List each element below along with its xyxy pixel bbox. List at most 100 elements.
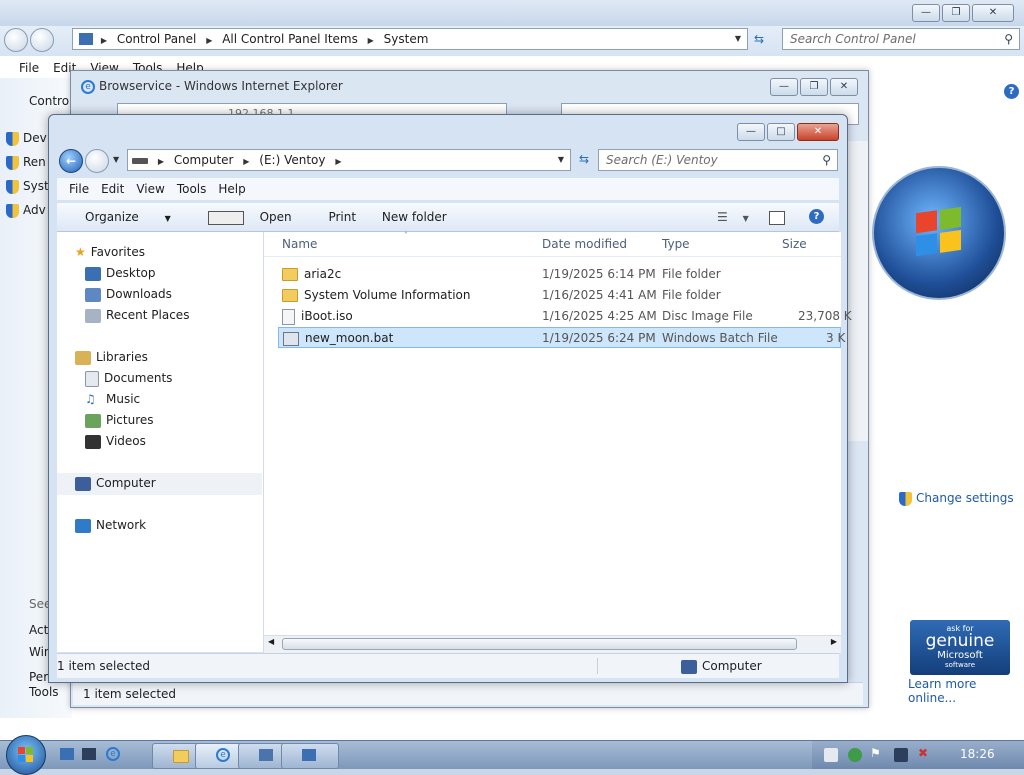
internet-explorer-icon: e	[216, 748, 230, 762]
videos-icon	[85, 434, 101, 449]
open-button[interactable]: Open	[197, 210, 314, 225]
help-icon[interactable]: ?	[809, 209, 824, 224]
nav-recent-places[interactable]: Recent Places	[75, 305, 189, 326]
network-icon[interactable]	[894, 748, 908, 762]
menu-help[interactable]: Help	[212, 182, 251, 196]
change-settings-link[interactable]: Change settings	[899, 491, 1014, 506]
taskbar-control-panel-button[interactable]	[281, 743, 339, 769]
chevron-down-icon[interactable]: ▼	[733, 29, 743, 49]
nav-documents[interactable]: Documents	[75, 368, 172, 389]
notes-icon[interactable]	[824, 748, 838, 762]
minimize-button[interactable]: —	[737, 123, 765, 141]
print-button[interactable]: Print	[317, 210, 367, 224]
breadcrumb-system[interactable]: System	[380, 32, 433, 46]
nav-videos[interactable]: Videos	[75, 431, 172, 452]
chevron-right-icon: ▶	[243, 157, 250, 166]
nav-music[interactable]: ♫ Music	[75, 389, 172, 410]
chevron-down-icon[interactable]: ▼	[556, 150, 566, 170]
breadcrumb-ventoy[interactable]: (E:) Ventoy	[255, 153, 329, 167]
nav-libraries[interactable]: Libraries	[75, 347, 172, 368]
network-icon	[75, 518, 91, 533]
internet-explorer-icon: e	[81, 79, 95, 94]
shield-icon	[6, 155, 19, 170]
close-button[interactable]: ✕	[972, 4, 1014, 22]
security-icon[interactable]	[848, 748, 862, 762]
volume-muted-icon[interactable]: ✖	[918, 746, 928, 760]
column-date-modified[interactable]: Date modified	[542, 232, 627, 256]
windows-flag-icon	[18, 747, 34, 763]
see-also-link[interactable]: Tools	[29, 685, 59, 699]
menu-view[interactable]: View	[130, 182, 170, 196]
help-icon[interactable]: ?	[1004, 84, 1019, 99]
minimize-button[interactable]: —	[912, 4, 940, 22]
column-name[interactable]: Name	[282, 232, 317, 256]
new-folder-button[interactable]: New folder	[371, 210, 458, 224]
close-button[interactable]: ✕	[830, 78, 858, 96]
nav-downloads[interactable]: Downloads	[75, 284, 189, 305]
scroll-left-icon[interactable]: ◀	[268, 637, 274, 646]
nav-desktop[interactable]: Desktop	[75, 263, 189, 284]
horizontal-scrollbar[interactable]: ◀ ▶	[264, 635, 841, 653]
explorer-search-input[interactable]: Search (E:) Ventoy ⚲	[598, 149, 838, 171]
computer-icon	[75, 476, 91, 491]
genuine-microsoft-badge[interactable]: ask for genuine Microsoft software	[910, 620, 1010, 675]
forward-button[interactable]	[30, 28, 54, 52]
column-size[interactable]: Size	[782, 232, 807, 256]
control-panel-navbar: ▶ Control Panel ▶ All Control Panel Item…	[0, 26, 1024, 56]
refresh-icon[interactable]: ⇆	[754, 32, 764, 46]
recent-pages-chevron-icon[interactable]: ▼	[111, 150, 121, 170]
menu-edit[interactable]: Edit	[95, 182, 130, 196]
refresh-icon[interactable]: ⇆	[579, 152, 589, 166]
restore-button[interactable]: ❐	[942, 4, 970, 22]
navigation-pane: ★ Favorites Desktop Downloads Recent Plac…	[57, 232, 264, 652]
nav-libraries-group: Libraries Documents ♫ Music Pictures Vide…	[75, 347, 172, 452]
breadcrumb-computer[interactable]: Computer	[170, 153, 238, 167]
file-row-aria2c[interactable]: aria2c 1/19/2025 6:14 PM File folder	[264, 264, 841, 285]
organize-button[interactable]: Organize ▼	[57, 210, 193, 224]
back-button[interactable]	[4, 28, 28, 52]
file-row-new-moon-bat[interactable]: new_moon.bat 1/19/2025 6:24 PM Windows B…	[278, 327, 845, 348]
view-options-icon[interactable]: ☰ ▼	[717, 203, 760, 233]
scroll-right-icon[interactable]: ▶	[831, 637, 837, 646]
file-row-system-volume-information[interactable]: System Volume Information 1/16/2025 4:41…	[264, 285, 841, 306]
chevron-right-icon: ▶	[206, 36, 213, 45]
search-placeholder: Search Control Panel	[790, 32, 916, 46]
status-location: Computer	[681, 654, 762, 678]
explorer-menubar: File Edit View Tools Help	[57, 178, 839, 200]
back-button[interactable]: ←	[59, 149, 83, 173]
show-desktop-icon[interactable]	[60, 748, 74, 760]
breadcrumb-all-items[interactable]: All Control Panel Items	[218, 32, 362, 46]
switch-windows-icon[interactable]	[82, 748, 96, 760]
preview-pane-icon[interactable]	[769, 211, 785, 225]
menu-tools[interactable]: Tools	[171, 182, 213, 196]
nav-computer[interactable]: Computer	[75, 473, 156, 494]
address-bar[interactable]: ▶ Control Panel ▶ All Control Panel Item…	[72, 28, 748, 50]
minimize-button[interactable]: —	[770, 78, 798, 96]
explorer-address-bar[interactable]: ▶ Computer ▶ (E:) Ventoy ▶ ▼	[127, 149, 571, 171]
folder-icon	[282, 268, 298, 281]
learn-more-link[interactable]: Learn more online...	[908, 677, 1024, 705]
search-icon[interactable]: ⚲	[822, 150, 831, 170]
nav-favorites[interactable]: ★ Favorites	[75, 242, 189, 263]
start-button[interactable]	[6, 735, 46, 775]
nav-pictures[interactable]: Pictures	[75, 410, 172, 431]
file-row-iboot-iso[interactable]: iBoot.iso 1/16/2025 4:25 AM Disc Image F…	[264, 306, 852, 327]
search-icon[interactable]: ⚲	[1004, 29, 1013, 49]
status-selection: 1 item selected	[57, 659, 151, 673]
restore-button[interactable]: ❐	[800, 78, 828, 96]
control-panel-search-input[interactable]: Search Control Panel ⚲	[782, 28, 1020, 50]
breadcrumb-control-panel[interactable]: Control Panel	[113, 32, 201, 46]
nav-network[interactable]: Network	[75, 515, 146, 536]
close-button[interactable]: ✕	[797, 123, 839, 141]
forward-button[interactable]	[85, 149, 109, 173]
clock[interactable]: 18:26	[960, 747, 995, 761]
open-icon	[207, 210, 244, 225]
flag-icon[interactable]: ⚑	[870, 746, 881, 760]
menu-file[interactable]: File	[57, 182, 95, 196]
internet-explorer-icon[interactable]: e	[106, 747, 120, 761]
scrollbar-thumb[interactable]	[282, 638, 797, 650]
maximize-button[interactable]: □	[767, 123, 795, 141]
libraries-icon	[75, 350, 91, 365]
menu-file[interactable]: File	[12, 61, 46, 75]
column-type[interactable]: Type	[662, 232, 690, 256]
